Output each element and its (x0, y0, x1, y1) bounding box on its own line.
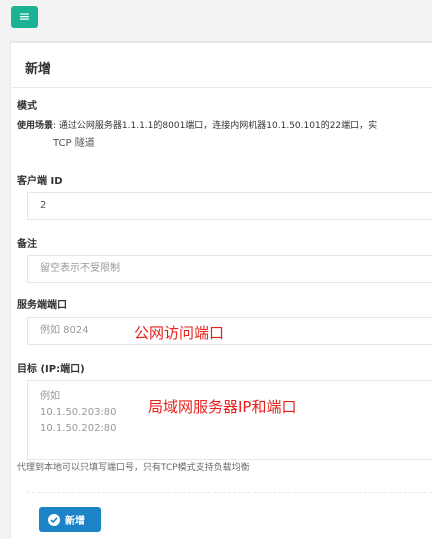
server-port-label: 服务端端口 (17, 300, 67, 311)
target-placeholder-line: 10.1.50.202:80 (40, 423, 117, 434)
target-label: 目标 (IP:端口) (17, 364, 85, 375)
menu-toggle-button[interactable]: ≡ (11, 6, 38, 28)
top-bar: ≡ (0, 0, 432, 40)
remark-input[interactable]: 留空表示不受限制 (27, 255, 432, 283)
target-textarea[interactable]: 例如 10.1.50.203:80 10.1.50.202:80 (27, 380, 432, 460)
mode-help-prefix: 使用场景 (17, 121, 54, 131)
server-port-annotation: 公网访问端口 (134, 324, 225, 342)
target-annotation: 局域网服务器IP和端口 (148, 398, 297, 416)
client-id-input[interactable]: 2 (27, 192, 432, 220)
page-title: 新增 (11, 43, 432, 88)
submit-button-label: 新增 (65, 516, 85, 527)
remark-label: 备注 (17, 239, 37, 250)
submit-button[interactable]: 新增 (39, 507, 101, 532)
client-id-label: 客户端 ID (17, 176, 63, 187)
mode-help-text: 使用场景: 通过公网服务器1.1.1.1的8001端口，连接内网机器10.1.5… (17, 118, 377, 131)
mode-select[interactable]: TCP 隧道 (27, 131, 432, 159)
mode-label: 模式 (17, 101, 37, 112)
form-divider (27, 492, 432, 493)
hamburger-icon: ≡ (18, 9, 31, 25)
server-port-input[interactable]: 例如 8024 (27, 317, 432, 345)
mode-help-body: : 通过公网服务器1.1.1.1的8001端口，连接内网机器10.1.50.10… (53, 121, 378, 131)
target-help-text: 代理到本地可以只填写端口号，只有TCP模式支持负载均衡 (17, 463, 250, 473)
check-circle-icon (48, 513, 60, 526)
